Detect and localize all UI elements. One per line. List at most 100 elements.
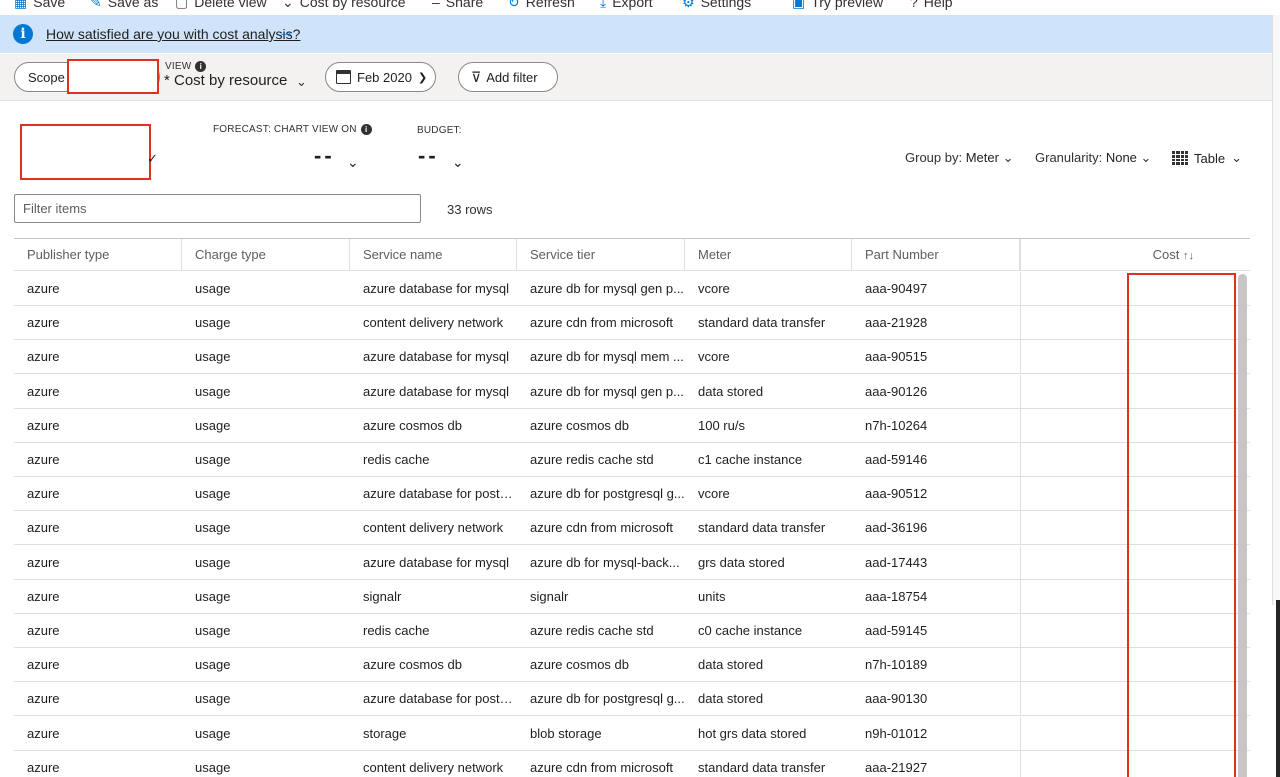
chevron-down-icon: ❯ bbox=[417, 71, 428, 84]
cell-service-tier: azure db for mysql gen p... bbox=[530, 383, 684, 399]
cell-charge-type: usage bbox=[195, 452, 231, 467]
cell-publisher-type: azure bbox=[27, 657, 60, 673]
cell-publisher-type: azure bbox=[27, 383, 60, 399]
cell-service-name: azure database for mysql bbox=[363, 554, 509, 570]
arrow-right-icon[interactable]: → bbox=[278, 24, 294, 42]
gear-icon: ⚙ bbox=[682, 0, 695, 10]
cell-service-name: content delivery network bbox=[363, 520, 504, 536]
column-header-meter[interactable]: Meter bbox=[685, 239, 852, 271]
table-row[interactable]: azure usage azure database for mysql azure … bbox=[14, 272, 1250, 306]
cell-publisher-type: azure bbox=[27, 315, 60, 331]
cell-service-name: redis cache bbox=[363, 623, 430, 638]
column-header-part-number[interactable]: Part Number bbox=[852, 239, 1020, 271]
export-button[interactable]: ⤓ Export bbox=[600, 0, 653, 13]
cell-meter: vcore bbox=[698, 486, 730, 502]
redacted-total-cost bbox=[20, 124, 151, 180]
cell-service-tier: azure cosmos db bbox=[530, 417, 629, 433]
view-selector[interactable]: * Cost by resource bbox=[164, 72, 287, 89]
date-picker[interactable]: Feb 2020 ❯ bbox=[325, 62, 436, 92]
column-header-service-tier[interactable]: Service tier bbox=[517, 239, 685, 271]
cell-charge-type: usage bbox=[195, 383, 231, 399]
column-header-cost[interactable]: Cost ↑↓ bbox=[1020, 239, 1234, 271]
info-icon: i bbox=[360, 124, 372, 135]
cost-cell-divider bbox=[1020, 374, 1021, 409]
chevron-down-icon[interactable]: ⌄ bbox=[452, 154, 464, 171]
chevron-down-icon: ⌄ bbox=[1140, 150, 1152, 165]
cell-service-name: storage bbox=[363, 725, 407, 741]
cell-meter: standard data transfer bbox=[698, 520, 826, 536]
table-row[interactable]: azure usage azure database for mysql azure … bbox=[14, 340, 1250, 375]
cell-service-name: azure database for postg... bbox=[363, 486, 517, 502]
cost-cell-divider bbox=[1020, 682, 1021, 717]
cell-meter: standard data transfer bbox=[698, 315, 826, 331]
settings-button[interactable]: ⚙ Settings bbox=[682, 0, 751, 13]
cell-part-number: aaa-90130 bbox=[865, 691, 928, 707]
cell-publisher-type: azure bbox=[27, 588, 60, 604]
granularity-dropdown[interactable]: Granularity: None ⌄ bbox=[1035, 150, 1151, 166]
table-row[interactable]: azure usage signalr signalr units aaa-18754 bbox=[14, 579, 1250, 614]
column-header-publisher-type[interactable]: Publisher type bbox=[14, 239, 182, 271]
column-header-charge-type[interactable]: Charge type bbox=[182, 239, 350, 271]
table-row[interactable]: azure usage azure database for mysql azure … bbox=[14, 374, 1250, 409]
view-type-dropdown[interactable]: Table ⌄ bbox=[1172, 150, 1242, 166]
export-icon: ⤓ bbox=[600, 0, 607, 10]
cost-cell-divider bbox=[1020, 443, 1021, 477]
table-row[interactable]: azure usage redis cache azure redis cache s… bbox=[14, 443, 1250, 477]
cost-cell-divider bbox=[1020, 716, 1021, 751]
share-icon: – bbox=[432, 0, 440, 10]
cell-service-name: azure cosmos db bbox=[363, 657, 462, 673]
table-row[interactable]: azure usage content delivery network azure … bbox=[14, 306, 1250, 341]
cell-service-tier: azure cdn from microsoft bbox=[530, 759, 674, 775]
cell-part-number: n7h-10189 bbox=[865, 657, 928, 673]
date-label: Feb 2020 bbox=[357, 69, 412, 85]
satisfaction-banner: i How satisfied are you with cost analys… bbox=[0, 15, 1280, 53]
filter-items-input[interactable] bbox=[14, 194, 421, 223]
cell-service-name: azure database for mysql bbox=[363, 281, 509, 296]
share-button[interactable]: – Share bbox=[432, 0, 483, 13]
redacted-scope bbox=[67, 59, 159, 94]
chevron-down-icon: ⌄ bbox=[1231, 150, 1242, 165]
chevron-down-icon[interactable]: ⌄ bbox=[296, 74, 307, 90]
filter-add-icon: ⊽ bbox=[471, 68, 482, 85]
chevron-down-icon[interactable]: ⌄ bbox=[347, 154, 359, 171]
table-row[interactable]: azure usage content delivery network azure … bbox=[14, 750, 1250, 777]
table-row[interactable]: azure usage azure database for postg... azu… bbox=[14, 477, 1250, 512]
help-button[interactable]: ? Help bbox=[910, 0, 953, 13]
cell-publisher-type: azure bbox=[27, 417, 60, 433]
cell-part-number: aaa-21928 bbox=[865, 315, 928, 331]
table-row[interactable]: azure usage azure database for mysql azure … bbox=[14, 545, 1250, 580]
cell-service-name: signalr bbox=[363, 588, 402, 604]
group-by-dropdown[interactable]: Group by: Meter ⌄ bbox=[905, 150, 1013, 166]
table-row[interactable]: azure usage redis cache azure redis cache s… bbox=[14, 614, 1250, 648]
view-menu-button[interactable]: ⌄ Cost by resource bbox=[282, 0, 406, 13]
try-preview-button[interactable]: ▣ Try preview bbox=[792, 0, 883, 13]
window-edge-dark bbox=[1276, 600, 1280, 777]
chevron-down-icon[interactable]: ✓ bbox=[147, 151, 158, 167]
cell-charge-type: usage bbox=[195, 691, 231, 707]
table-row[interactable]: azure usage azure database for postg... azu… bbox=[14, 682, 1250, 717]
table-row[interactable]: azure usage azure cosmos db azure cosmos db… bbox=[14, 648, 1250, 683]
satisfaction-survey-link[interactable]: How satisfied are you with cost analysis… bbox=[46, 26, 300, 42]
cost-cell-divider bbox=[1020, 511, 1021, 546]
save-button[interactable]: ▦ Save bbox=[14, 0, 65, 13]
column-header-service-name[interactable]: Service name bbox=[350, 239, 517, 271]
add-filter-button[interactable]: ⊽ Add filter bbox=[458, 62, 558, 92]
table-header: Publisher type Charge type Service name … bbox=[14, 238, 1250, 271]
table-row[interactable]: azure usage storage blob storage hot grs dat… bbox=[14, 716, 1250, 751]
refresh-button[interactable]: ↻ Refresh bbox=[508, 0, 575, 13]
cell-meter: hot grs data stored bbox=[698, 725, 807, 741]
delete-view-button[interactable]: ▢ Delete view bbox=[175, 0, 267, 13]
table-row[interactable]: azure usage azure cosmos db azure cosmos db… bbox=[14, 408, 1250, 443]
cell-publisher-type: azure bbox=[27, 759, 60, 775]
cell-meter: vcore bbox=[698, 349, 730, 365]
vertical-scrollbar[interactable] bbox=[1238, 274, 1247, 777]
scope-label: Scope bbox=[28, 69, 65, 85]
cell-part-number: aad-17443 bbox=[865, 554, 928, 570]
cost-cell-divider bbox=[1020, 408, 1021, 443]
table-row[interactable]: azure usage content delivery network azure … bbox=[14, 511, 1250, 546]
cell-meter: data stored bbox=[698, 383, 764, 399]
cell-meter: data stored bbox=[698, 691, 764, 707]
cell-meter: standard data transfer bbox=[698, 759, 826, 775]
save-as-button[interactable]: ✎ Save as bbox=[90, 0, 158, 13]
cell-service-tier: azure db for mysql-back... bbox=[530, 554, 680, 570]
